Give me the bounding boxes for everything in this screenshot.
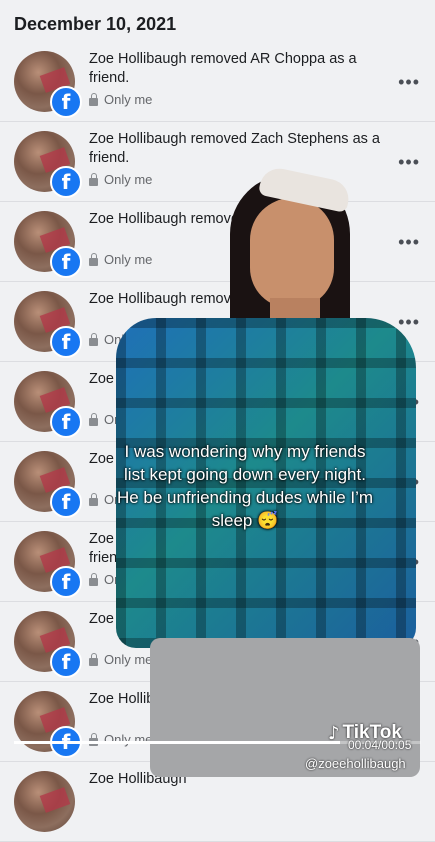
list-item[interactable]: f Zoe Hollibaugh removed AR Choppa as a … (0, 42, 435, 122)
lock-icon (89, 652, 98, 666)
more-options-icon[interactable]: ••• (398, 72, 420, 93)
activity-text: Zoe Hollibaugh removed ... Rodriguez as … (89, 531, 365, 566)
lock-icon (89, 572, 98, 586)
creator-handle: @zoeehollibaugh (305, 756, 406, 771)
privacy-label: Only me (89, 732, 152, 747)
more-options-icon[interactable]: ••• (398, 632, 420, 653)
facebook-badge-icon: f (50, 166, 82, 198)
facebook-badge-icon: f (50, 246, 82, 278)
more-options-icon[interactable]: ••• (398, 312, 420, 333)
privacy-label: Only me (89, 572, 152, 587)
lock-icon (89, 252, 98, 266)
facebook-badge-icon: f (50, 486, 82, 518)
lock-icon (89, 92, 98, 106)
privacy-text: Only me (104, 412, 153, 427)
privacy-label: Only me (89, 172, 152, 187)
list-item[interactable]: f Zoe Hollibaugh removed ... as a friend… (0, 282, 435, 362)
privacy-text: Only me (104, 252, 153, 267)
list-item[interactable]: f Zoe Hollibaugh removed ... as a friend… (0, 602, 435, 682)
activity-text: Zoe Hollibaugh removed ... Sr. as a frie… (89, 371, 361, 387)
privacy-text: Only me (104, 92, 153, 107)
privacy-label: Only me (89, 652, 152, 667)
privacy-text: Only me (104, 332, 153, 347)
privacy-label: Only me (89, 412, 152, 427)
list-item[interactable]: f Zoe Hollibaugh removed ... Sr. as a fr… (0, 362, 435, 442)
privacy-label: Only me (89, 92, 152, 107)
date-header: December 10, 2021 (14, 14, 177, 34)
privacy-text: Only me (104, 652, 153, 667)
privacy-label: Only me (89, 332, 152, 347)
privacy-label: Only me (89, 252, 152, 267)
privacy-text: Only me (104, 572, 153, 587)
activity-text: Zoe Hollibaugh removed ... as a friend. (89, 611, 339, 627)
more-options-icon[interactable]: ••• (398, 232, 420, 253)
more-options-icon[interactable]: ••• (398, 552, 420, 573)
facebook-badge-icon: f (50, 566, 82, 598)
list-item[interactable]: Zoe Hollibaugh (0, 762, 435, 842)
video-timestamp: 00:04/00:05 (348, 738, 412, 752)
lock-icon (89, 332, 98, 346)
more-options-icon[interactable]: ••• (398, 392, 420, 413)
music-note-icon: ♪ (328, 722, 340, 744)
more-options-icon[interactable]: ••• (398, 472, 420, 493)
video-progress-fill (14, 741, 340, 744)
list-item[interactable]: f Zoe Hollibaugh removed ... as a friend… (0, 202, 435, 282)
lock-icon (89, 492, 98, 506)
avatar (14, 771, 75, 832)
video-caption: I was wondering why my friends list kept… (116, 442, 374, 530)
lock-icon (89, 412, 98, 426)
activity-text: Zoe Hollibaugh removed ... as a friend. (89, 691, 339, 707)
activity-text: Zoe Hollibaugh removed ... as a friend. (89, 211, 339, 227)
activity-text: Zoe Hollibaugh removed AR Choppa as a fr… (89, 51, 357, 86)
privacy-text: Only me (104, 172, 153, 187)
privacy-text: Only me (104, 732, 153, 747)
facebook-badge-icon: f (50, 406, 82, 438)
facebook-badge-icon: f (50, 646, 82, 678)
list-item[interactable]: f Zoe Hollibaugh removed ... Rodriguez a… (0, 522, 435, 602)
activity-text: Zoe Hollibaugh (89, 771, 187, 787)
more-options-icon[interactable]: ••• (398, 152, 420, 173)
activity-text: Zoe Hollibaugh removed Zach Stephens as … (89, 131, 380, 166)
activity-text: Zoe Hollibaugh removed ... as a friend. (89, 291, 339, 307)
facebook-badge-icon: f (50, 86, 82, 118)
lock-icon (89, 172, 98, 186)
list-item[interactable]: f Zoe Hollibaugh removed Zach Stephens a… (0, 122, 435, 202)
facebook-badge-icon: f (50, 326, 82, 358)
